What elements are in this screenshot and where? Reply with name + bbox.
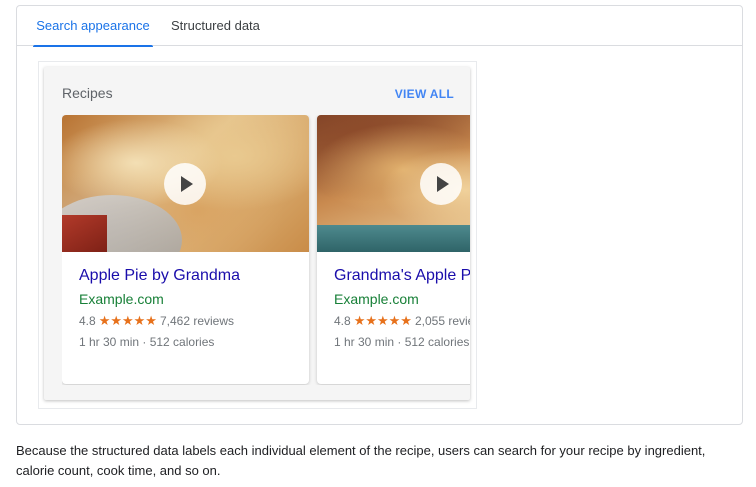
view-all-link[interactable]: VIEW ALL [395,87,454,101]
review-count: 7,462 reviews [159,314,235,328]
recipe-thumbnail [62,115,309,252]
recipe-title[interactable]: Grandma's Apple Pie [334,267,470,285]
dish-shape [317,225,470,252]
recipe-meta: 1 hr 30 min · 512 calories [334,335,470,349]
tab-label: Structured data [171,18,260,33]
search-preview-frame: Recipes VIEW ALL Apple Pie by Grandma Ex… [38,61,477,409]
star-rating-icon: ★★★★★ [353,313,412,328]
star-rating-icon: ★★★★★ [98,313,157,328]
description-text: Because the structured data labels each … [16,443,706,478]
recipe-card[interactable]: Apple Pie by Grandma Example.com 4.8 ★★★★… [62,115,309,384]
carousel-title: Recipes [62,85,113,101]
example-panel: Search appearance Structured data Recipe… [16,5,743,425]
tab-bar: Search appearance Structured data [17,6,742,47]
review-count: 2,055 reviews [414,314,470,328]
recipe-title[interactable]: Apple Pie by Grandma [79,267,240,285]
recipe-site: Example.com [79,291,164,307]
recipes-carousel-card: Recipes VIEW ALL Apple Pie by Grandma Ex… [44,67,470,400]
cloth-shape [62,215,107,252]
tab-search-appearance[interactable]: Search appearance [33,6,153,47]
play-icon[interactable] [420,163,462,205]
play-icon[interactable] [164,163,206,205]
tab-label: Search appearance [36,18,150,33]
active-tab-indicator [33,45,153,47]
recipe-card[interactable]: Grandma's Apple Pie Example.com 4.8 ★★★★★… [317,115,470,384]
recipe-site: Example.com [334,291,419,307]
recipe-carousel[interactable]: Apple Pie by Grandma Example.com 4.8 ★★★★… [62,115,470,385]
tab-structured-data[interactable]: Structured data [171,6,260,46]
recipe-thumbnail [317,115,470,252]
rating-value: 4.8 [79,314,96,328]
rating-value: 4.8 [334,314,351,328]
recipe-meta: 1 hr 30 min · 512 calories [79,335,215,349]
recipe-rating: 4.8 ★★★★★ 7,462 reviews [79,313,234,329]
recipe-rating: 4.8★★★★★2,055 reviews [334,313,470,329]
